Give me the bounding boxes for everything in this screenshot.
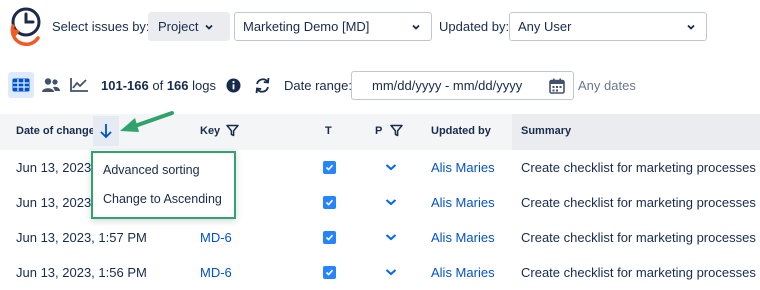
- refresh-icon[interactable]: [254, 77, 271, 94]
- priority-low-icon: [385, 269, 397, 276]
- menu-item-change-to-ascending[interactable]: Change to Ascending: [103, 192, 222, 206]
- cell-updated-by[interactable]: Alis Maries: [431, 230, 495, 245]
- log-count: 101-166 of 166 logs: [101, 78, 216, 93]
- cell-date: Jun 13, 2023,: [16, 160, 95, 175]
- cell-updated-by[interactable]: Alis Maries: [431, 195, 495, 210]
- chevron-down-icon: [205, 24, 214, 30]
- cell-summary: Create checklist for marketing processes: [521, 230, 756, 245]
- issue-type-checkbox[interactable]: [323, 196, 336, 209]
- column-header-t: T: [325, 125, 332, 137]
- count-suffix: logs: [192, 78, 216, 93]
- issue-type-checkbox[interactable]: [323, 266, 336, 279]
- chevron-down-icon: [687, 24, 695, 30]
- project-select-value: Marketing Demo [MD]: [243, 19, 370, 34]
- column-header-summary[interactable]: Summary: [521, 125, 571, 137]
- any-dates-label: Any dates: [578, 78, 636, 93]
- cell-key[interactable]: MD-6: [200, 230, 232, 245]
- select-issues-label: Select issues by:: [52, 19, 150, 34]
- arrow-down-icon: [100, 124, 112, 139]
- app-logo-icon: [10, 7, 41, 46]
- filter-icon[interactable]: [390, 124, 403, 137]
- cell-summary: Create checklist for marketing processes: [521, 265, 756, 280]
- updated-by-select-value: Any User: [518, 19, 572, 34]
- cell-date: Jun 13, 2023,: [16, 195, 95, 210]
- cell-summary: Create checklist for marketing processes: [521, 160, 756, 175]
- cell-date: Jun 13, 2023, 1:56 PM: [16, 265, 147, 280]
- table-row[interactable]: Jun 13, 2023, 1:56 PM MD-6 Alis Maries C…: [0, 255, 760, 290]
- count-of: of: [152, 78, 164, 93]
- filter-icon[interactable]: [226, 124, 239, 137]
- issue-type-checkbox[interactable]: [323, 161, 336, 174]
- date-range-placeholder: mm/dd/yyyy - mm/dd/yyyy: [372, 78, 523, 93]
- issue-type-checkbox[interactable]: [323, 231, 336, 244]
- annotation-arrow-icon: [120, 111, 174, 132]
- menu-item-advanced-sorting[interactable]: Advanced sorting: [103, 163, 200, 177]
- cell-updated-by[interactable]: Alis Maries: [431, 160, 495, 175]
- updated-by-label: Updated by:: [439, 19, 510, 34]
- column-header-key[interactable]: Key: [200, 125, 220, 137]
- column-header-p: P: [375, 125, 383, 137]
- date-range-input[interactable]: mm/dd/yyyy - mm/dd/yyyy: [351, 71, 574, 100]
- updated-by-select[interactable]: Any User: [509, 12, 707, 41]
- info-icon[interactable]: [226, 78, 241, 93]
- table-view-button[interactable]: [8, 72, 34, 98]
- checkmark-icon: [325, 199, 334, 206]
- project-dropdown-button[interactable]: Project: [148, 12, 230, 41]
- sort-direction-button[interactable]: [93, 116, 119, 146]
- chart-view-button[interactable]: [66, 72, 92, 98]
- chevron-down-icon: [412, 24, 420, 30]
- sort-options-menu: Advanced sorting Change to Ascending: [91, 151, 236, 219]
- column-header-updated-by[interactable]: Updated by: [431, 125, 491, 137]
- table-row[interactable]: Jun 13, 2023, 1:57 PM MD-6 Alis Maries C…: [0, 220, 760, 255]
- cell-updated-by[interactable]: Alis Maries: [431, 265, 495, 280]
- calendar-icon[interactable]: [549, 78, 565, 94]
- priority-low-icon: [385, 164, 397, 171]
- count-range: 101-166: [101, 78, 149, 93]
- users-view-button[interactable]: [38, 72, 64, 98]
- table-grid-icon: [12, 78, 30, 92]
- checkmark-icon: [325, 234, 334, 241]
- line-chart-icon: [70, 78, 88, 92]
- project-button-label: Project: [158, 19, 199, 34]
- cell-key[interactable]: MD-6: [200, 265, 232, 280]
- cell-date: Jun 13, 2023, 1:57 PM: [16, 230, 147, 245]
- column-header-date[interactable]: Date of change: [16, 125, 95, 137]
- project-select[interactable]: Marketing Demo [MD]: [234, 12, 432, 41]
- count-total: 166: [166, 78, 189, 93]
- checkmark-icon: [325, 269, 334, 276]
- checkmark-icon: [325, 164, 334, 171]
- users-icon: [42, 78, 60, 92]
- priority-low-icon: [385, 199, 397, 206]
- date-range-label: Date range:: [284, 78, 352, 93]
- priority-low-icon: [385, 234, 397, 241]
- cell-summary: Create checklist for marketing processes: [521, 195, 756, 210]
